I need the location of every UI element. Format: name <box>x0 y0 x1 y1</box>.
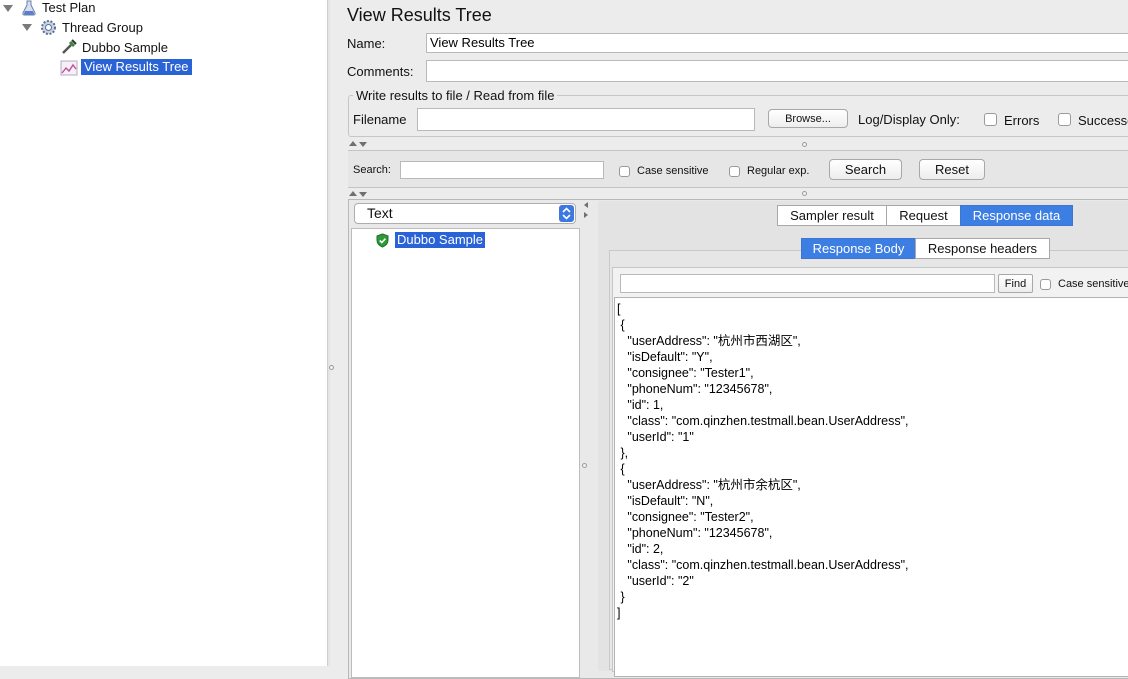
filename-label: Filename <box>353 112 407 127</box>
search-input[interactable] <box>400 161 604 179</box>
collapse-up-icon[interactable] <box>349 141 357 146</box>
find-button[interactable]: Find <box>998 274 1033 293</box>
expand-thread-group-icon[interactable] <box>22 24 32 31</box>
detail-splitter-handle[interactable] <box>582 463 587 468</box>
test-plan-tree[interactable]: Test Plan Thread Group Dubbo Sample View… <box>0 0 327 666</box>
filename-input[interactable] <box>417 108 755 131</box>
errors-label: Errors <box>1004 113 1040 128</box>
tree-node-dubbo-sample[interactable]: Dubbo Sample <box>82 40 168 56</box>
regex-label: Regular exp. <box>747 165 810 177</box>
splitter-handle[interactable] <box>329 365 334 370</box>
pipette-icon <box>62 39 77 54</box>
page-title: View Results Tree <box>347 5 492 25</box>
find-input[interactable] <box>620 274 995 293</box>
sample-item-dubbo-sample[interactable]: Dubbo Sample <box>395 232 485 248</box>
flask-icon <box>22 0 36 16</box>
comments-label: Comments: <box>347 64 414 79</box>
browse-button[interactable]: Browse... <box>768 109 848 128</box>
renderer-select[interactable]: Text <box>354 203 576 224</box>
reset-button[interactable]: Reset <box>919 159 985 180</box>
expand-test-plan-icon[interactable] <box>3 5 13 12</box>
find-case-sensitive-checkbox[interactable] <box>1040 279 1051 290</box>
log-display-label: Log/Display Only: <box>858 112 960 127</box>
collapse-down-icon[interactable] <box>359 192 367 197</box>
errors-checkbox[interactable] <box>984 113 997 126</box>
collapse-down-icon[interactable] <box>359 142 367 147</box>
divider-handle[interactable] <box>802 142 807 147</box>
tree-node-view-results-tree[interactable]: View Results Tree <box>81 59 192 75</box>
shield-check-icon <box>376 233 389 248</box>
name-input[interactable]: View Results Tree <box>426 33 1128 53</box>
case-sensitive-checkbox[interactable] <box>619 166 630 177</box>
file-group-title: Write results to file / Read from file <box>353 88 558 103</box>
find-case-sensitive-label: Case sensitive <box>1058 278 1128 290</box>
collapse-left-right-icon[interactable] <box>582 201 590 219</box>
tab-response-data[interactable]: Response data <box>960 205 1073 226</box>
graph-icon <box>60 60 78 76</box>
tab-sampler-result[interactable]: Sampler result <box>777 205 887 226</box>
sample-result-list[interactable] <box>351 228 580 678</box>
divider-handle[interactable] <box>802 191 807 196</box>
renderer-select-value: Text <box>367 205 393 221</box>
tree-node-thread-group[interactable]: Thread Group <box>62 20 143 36</box>
successes-checkbox[interactable] <box>1058 113 1071 126</box>
chevron-updown-icon[interactable] <box>559 205 574 222</box>
tree-node-test-plan[interactable]: Test Plan <box>42 0 95 16</box>
collapse-up-icon[interactable] <box>349 191 357 196</box>
case-sensitive-label: Case sensitive <box>637 165 709 177</box>
subtab-response-headers[interactable]: Response headers <box>915 238 1050 259</box>
regex-checkbox[interactable] <box>729 166 740 177</box>
gear-icon <box>41 20 56 35</box>
tab-request[interactable]: Request <box>886 205 961 226</box>
subtab-response-body[interactable]: Response Body <box>801 238 916 259</box>
comments-input[interactable] <box>426 60 1128 82</box>
response-body-text[interactable]: [ { "userAddress": "杭州市西湖区", "isDefault"… <box>614 297 1128 677</box>
search-label: Search: <box>353 164 391 176</box>
main-splitter[interactable] <box>327 0 330 666</box>
successes-label: Successes <box>1078 113 1128 128</box>
name-label: Name: <box>347 36 386 51</box>
search-button[interactable]: Search <box>829 159 902 180</box>
